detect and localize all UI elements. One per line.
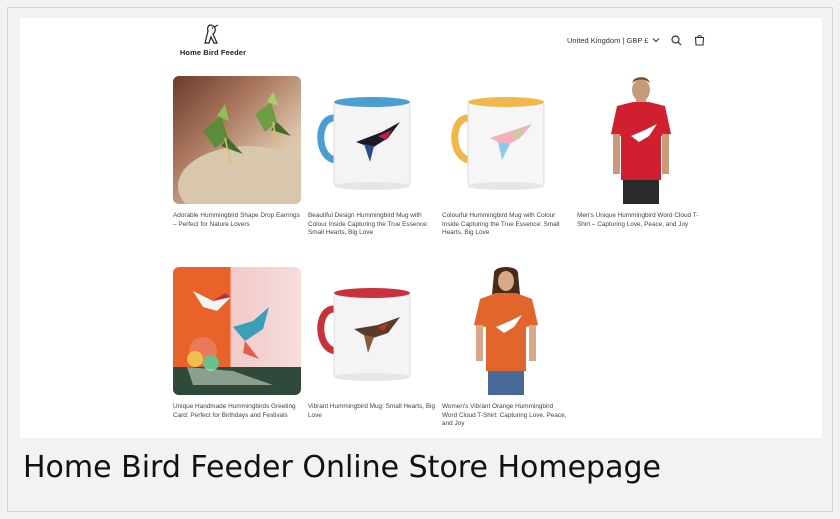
product-image-earrings[interactable] bbox=[173, 76, 301, 204]
product-card[interactable]: Men's Unique Hummingbird Word Cloud T-Sh… bbox=[577, 76, 705, 229]
product-title[interactable]: Colourful Hummingbird Mug with Colour In… bbox=[442, 212, 570, 238]
product-title[interactable]: Vibrant Hummingbird Mug: Small Hearts, B… bbox=[308, 403, 436, 420]
chevron-down-icon bbox=[653, 38, 660, 43]
product-image-blue-mug[interactable] bbox=[308, 76, 436, 204]
product-image-mens-tshirt[interactable] bbox=[577, 76, 705, 204]
product-title[interactable]: Adorable Hummingbird Shape Drop Earrings… bbox=[173, 212, 301, 229]
header-actions: United Kingdom | GBP £ bbox=[567, 33, 706, 47]
product-title[interactable]: Men's Unique Hummingbird Word Cloud T-Sh… bbox=[577, 212, 705, 229]
product-card[interactable]: Vibrant Hummingbird Mug: Small Hearts, B… bbox=[308, 267, 436, 420]
product-card[interactable]: Colourful Hummingbird Mug with Colour In… bbox=[442, 76, 570, 238]
locale-selector[interactable]: United Kingdom | GBP £ bbox=[567, 36, 660, 45]
store-page: Home Bird Feeder United Kingdom | GBP £ bbox=[20, 18, 822, 438]
woman-orange-tshirt-image bbox=[474, 267, 538, 395]
product-image-yellow-mug[interactable] bbox=[442, 76, 570, 204]
cart-button[interactable] bbox=[692, 33, 706, 47]
store-name: Home Bird Feeder bbox=[179, 48, 247, 57]
product-image-womens-tshirt[interactable] bbox=[442, 267, 570, 395]
product-card[interactable]: Beautiful Design Hummingbird Mug with Co… bbox=[308, 76, 436, 238]
locale-label: United Kingdom | GBP £ bbox=[567, 35, 649, 45]
red-mug-image bbox=[317, 288, 411, 381]
search-button[interactable] bbox=[669, 33, 683, 47]
product-card[interactable]: Unique Handmade Hummingbirds Greeting Ca… bbox=[173, 267, 301, 420]
product-card[interactable]: Women's Vibrant Orange Hummingbird Word … bbox=[442, 267, 570, 429]
search-icon bbox=[671, 34, 682, 45]
product-image-red-mug[interactable] bbox=[308, 267, 436, 395]
man-red-tshirt-image bbox=[611, 77, 671, 204]
product-title[interactable]: Unique Handmade Hummingbirds Greeting Ca… bbox=[173, 403, 301, 420]
product-title[interactable]: Beautiful Design Hummingbird Mug with Co… bbox=[308, 212, 436, 238]
screenshot-caption: Home Bird Feeder Online Store Homepage bbox=[23, 450, 661, 485]
store-logo[interactable]: Home Bird Feeder bbox=[178, 22, 248, 58]
yellow-mug-image bbox=[451, 97, 545, 190]
blue-mug-image bbox=[317, 97, 411, 190]
bird-logo-icon bbox=[204, 24, 219, 44]
hummingbird-earrings-image bbox=[178, 92, 301, 204]
hummingbird-card-image bbox=[173, 291, 301, 395]
product-title[interactable]: Women's Vibrant Orange Hummingbird Word … bbox=[442, 403, 570, 429]
product-card[interactable]: Adorable Hummingbird Shape Drop Earrings… bbox=[173, 76, 301, 229]
cart-icon bbox=[694, 35, 705, 46]
product-image-greeting-card[interactable] bbox=[173, 267, 301, 395]
